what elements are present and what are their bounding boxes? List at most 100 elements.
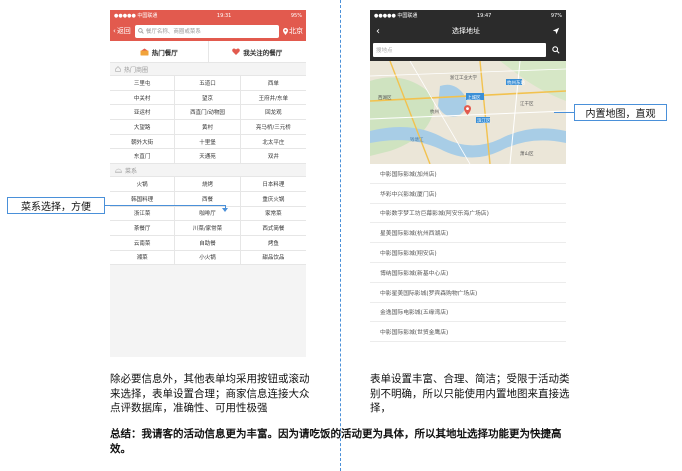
tab-hot-restaurants[interactable]: 热门餐厅: [110, 41, 208, 62]
callout-arrow: [222, 208, 228, 212]
grid-option[interactable]: 双井: [240, 149, 306, 165]
location-pin-icon: [464, 105, 471, 115]
list-item[interactable]: 中影国际影城(翔安店): [370, 243, 566, 263]
tab-followed-restaurants[interactable]: 我关注的餐厅: [207, 41, 307, 62]
map-label: 杭州: [430, 110, 439, 115]
list-item[interactable]: 金逸国际电影城(五缘湾店): [370, 303, 566, 323]
map-label: 上城区: [467, 96, 481, 101]
status-bar: ●●●●● 中国联通 19:47 97%: [370, 10, 566, 21]
grid-option[interactable]: 咖啡厅: [175, 206, 241, 222]
grid-option[interactable]: 云南菜: [110, 235, 176, 251]
center-divider: [340, 0, 341, 471]
hot-restaurant-icon: [140, 48, 149, 55]
clock: 19:47: [476, 12, 492, 19]
callout-cuisine: 菜系选择，方便: [7, 197, 105, 214]
grid-option[interactable]: 浙江菜: [110, 206, 176, 222]
grid-option[interactable]: 王府井/东单: [240, 91, 306, 106]
grid-option[interactable]: 望京: [175, 90, 241, 106]
grid-option[interactable]: 茶餐厅: [110, 221, 176, 236]
list-item[interactable]: 华彩中兴影城(厦门店): [370, 184, 566, 204]
section-title: 热门商圈: [124, 66, 149, 74]
carrier-label: ●●●●● 中国联通: [374, 13, 418, 19]
section-cuisine: 菜系: [110, 164, 306, 176]
city-selector[interactable]: 北京: [283, 26, 303, 36]
grid-option[interactable]: 东直门: [110, 149, 176, 165]
list-item[interactable]: 星美国际影城(杭州西湖店): [370, 223, 566, 244]
carrier-label: ●●●●● 中国联通: [114, 13, 158, 19]
list-item[interactable]: 中影数字梦工坊巨幕影城(阿安乐海广场店): [370, 204, 566, 224]
summary-text: 总结：我请客的活动信息更为丰富。因为请吃饭的活动更为具体，所以其地址选择功能更为…: [110, 428, 562, 455]
restaurant-picker-screen: ●●●●● 中国联通 19:31 95% ‹ 返回 餐厅名称、商圈或菜系 北京 …: [110, 10, 306, 357]
search-placeholder: 餐厅名称、商圈或菜系: [145, 29, 201, 35]
tab-label: 我关注的餐厅: [243, 48, 283, 57]
section-title: 菜系: [125, 167, 138, 175]
grid-option[interactable]: 朝外大街: [110, 134, 176, 150]
search-input[interactable]: 搜地点: [373, 42, 546, 57]
cuisine-grid: 火锅 烧烤 日本料理 韩国料理 西餐 重庆火锅 浙江菜 咖啡厅 家常菜 茶餐厅 川菜/家常菜 西式简餐…: [110, 176, 306, 266]
grid-option[interactable]: 家常菜: [240, 207, 306, 222]
grid-option[interactable]: 大望路: [110, 120, 176, 135]
grid-option[interactable]: 甜品饮品: [240, 251, 306, 266]
grid-option[interactable]: 火锅: [110, 177, 176, 192]
back-button[interactable]: ‹: [376, 26, 380, 37]
section-hot-area: 热门商圈: [110, 63, 306, 75]
back-button[interactable]: ‹ 返回: [113, 26, 131, 36]
top-bar: ‹ 返回 餐厅名称、商圈或菜系 北京: [110, 21, 306, 41]
battery-label: 97%: [550, 12, 562, 19]
cloche-icon: [115, 168, 122, 173]
callout-map: 内置地图，直观: [574, 104, 667, 121]
grid-option[interactable]: 小火锅: [175, 250, 241, 266]
callout-connector: [105, 205, 225, 206]
grid-option[interactable]: 西直门/动物园: [175, 105, 241, 121]
map-label: 萧山区: [520, 152, 534, 157]
search-icon: [552, 45, 560, 54]
search-button[interactable]: [549, 42, 563, 57]
left-description: 除必要信息外，其他表单均采用按钮或滚动来选择，表单设置合理；商家信息连接大众点评…: [110, 373, 310, 414]
city-label: 北京: [289, 27, 303, 35]
list-item[interactable]: 中影国际影城(世贸金鹰店): [370, 322, 566, 343]
grid-option[interactable]: 西单: [240, 76, 306, 91]
search-input[interactable]: 餐厅名称、商圈或菜系: [134, 24, 279, 38]
grid-option[interactable]: 川菜/家常菜: [175, 221, 241, 236]
status-bar: ●●●●● 中国联通 19:31 95%: [110, 10, 306, 21]
grid-option[interactable]: 天通苑: [175, 149, 241, 165]
search-bar: 搜地点: [370, 41, 566, 61]
list-item[interactable]: 中影国际影城(加州店): [370, 164, 566, 184]
grid-option[interactable]: 亚运村: [110, 105, 176, 121]
restaurant-tabs: 热门餐厅 我关注的餐厅: [110, 41, 306, 63]
grid-option[interactable]: 西式简餐: [240, 221, 306, 236]
page-title: 选择地址: [452, 27, 480, 35]
grid-option[interactable]: 黄村: [175, 120, 241, 135]
navigation-arrow-icon[interactable]: [552, 27, 560, 35]
map-label: 浙江工业大学: [450, 76, 477, 81]
grid-option[interactable]: 日本料理: [240, 177, 306, 192]
grid-option[interactable]: 烤鱼: [240, 236, 306, 251]
clock: 19:31: [216, 12, 232, 19]
list-item[interactable]: 博纳国际影城(新基中心店): [370, 263, 566, 283]
map-label: 江干区: [520, 102, 534, 107]
grid-option[interactable]: 自助餐: [175, 235, 241, 251]
grid-option[interactable]: 重庆火锅: [240, 192, 306, 207]
grid-option[interactable]: 五道口: [175, 76, 241, 91]
grid-option[interactable]: 烧烤: [175, 177, 241, 192]
battery-label: 95%: [290, 12, 302, 19]
grid-option[interactable]: 三里屯: [110, 76, 176, 91]
map-view[interactable]: 西湖区 上城区 浙江工业大学 杭州东站 江干区 萧山区 滨江区 钱塘江 杭州: [370, 61, 566, 164]
address-picker-screen: ●●●●● 中国联通 19:47 97% ‹ 选择地址 搜地点 西湖区 上城区 …: [370, 10, 566, 357]
map-label: 钱塘江: [410, 138, 424, 143]
grid-option[interactable]: 十里堡: [175, 134, 241, 150]
right-description: 表单设置丰富、合理、简洁；受限于活动类别不明确，所以只能使用内置地图来直接选择，: [370, 373, 570, 414]
callout-connector: [554, 112, 574, 113]
grid-option[interactable]: 回龙观: [240, 105, 306, 121]
grid-option[interactable]: 北太平庄: [240, 135, 306, 150]
list-item[interactable]: 中影星美国际影城(罗宾森购物广场店): [370, 283, 566, 303]
grid-option[interactable]: 亮马桥/三元桥: [240, 120, 306, 135]
search-placeholder: 搜地点: [376, 47, 393, 54]
map-label: 滨江区: [477, 119, 491, 124]
top-bar: ‹ 选择地址: [370, 21, 566, 41]
back-label: 返回: [116, 27, 131, 35]
map-label: 西湖区: [378, 96, 392, 101]
tab-label: 热门餐厅: [151, 48, 178, 57]
grid-option[interactable]: 中关村: [110, 90, 176, 106]
grid-option[interactable]: 湘菜: [110, 250, 176, 266]
